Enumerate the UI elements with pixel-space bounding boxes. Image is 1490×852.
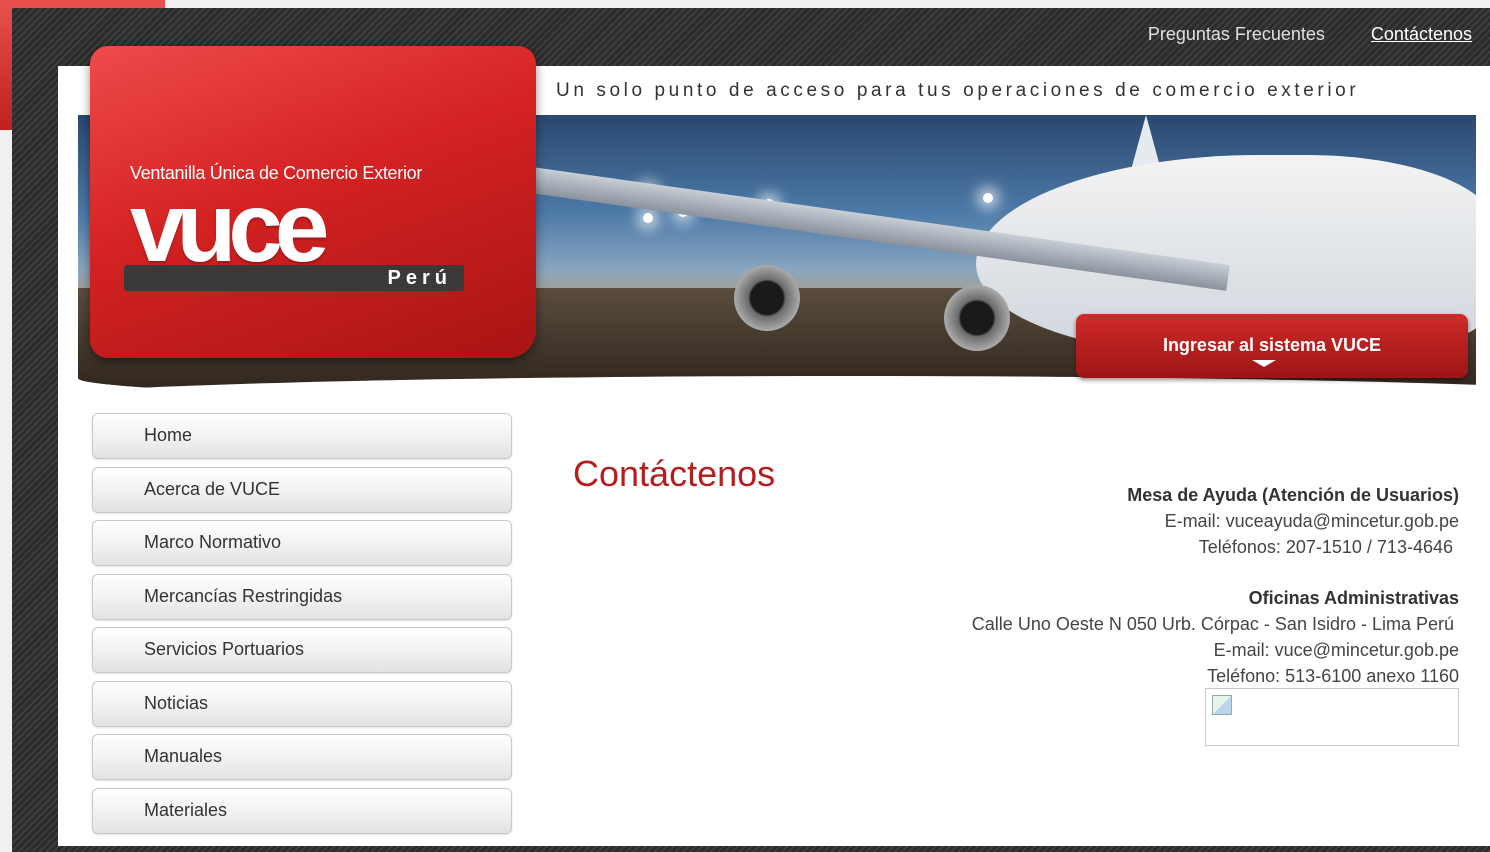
login-button-label: Ingresar al sistema VUCE [1162,335,1382,355]
sidebar-item-noticias[interactable]: Noticias [92,680,512,727]
helpdesk-email: E-mail: vuceayuda@mincetur.gob.pe [1164,510,1459,531]
sidebar-item-home[interactable]: Home [92,413,512,459]
helpdesk-heading: Mesa de Ayuda (Atención de Usuarios) [1127,485,1459,505]
sidebar-item-marco-normativo[interactable]: Marco Normativo [92,520,512,566]
sidebar-item-label: Acerca de VUCE [144,478,281,499]
runway-light [983,193,993,203]
logo-wordmark: vuce [130,172,329,282]
sidebar-item-label: Manuales [144,746,223,766]
sidebar-item-label: Noticias [144,692,209,713]
faq-link[interactable]: Preguntas Frecuentes [1148,24,1325,45]
broken-image-icon [1212,695,1232,715]
runway-light [643,213,653,223]
offices-email: E-mail: vuce@mincetur.gob.pe [1213,639,1459,660]
sidebar-item-label: Mercancías Restringidas [144,585,343,606]
engine [734,265,800,331]
tagline: Un solo punto de acceso para tus operaci… [556,80,1360,101]
offices-phone: Teléfono: 513-6100 anexo 1160 [1207,665,1459,686]
sidebar-item-label: Home [144,425,193,445]
helpdesk-phones: Teléfonos: 207-1510 / 713-4646 [1198,536,1453,557]
broken-image [1205,688,1459,746]
vuce-logo[interactable]: Ventanilla Única de Comercio Exterior vu… [90,46,536,358]
sidebar-item-manuales[interactable]: Manuales [92,734,512,780]
sidebar-item-label: Marco Normativo [144,532,282,552]
contact-link[interactable]: Contáctenos [1371,24,1472,45]
sidebar-item-label: Servicios Portuarios [144,639,305,659]
sidebar-item-materiales[interactable]: Materiales [92,787,512,834]
sidebar-item-mercancias[interactable]: Mercancías Restringidas [92,573,512,620]
chevron-down-icon [1252,360,1276,367]
page-title: Contáctenos [573,453,776,495]
offices-address: Calle Uno Oeste N 050 Urb. Córpac - San … [971,614,1454,635]
login-vuce-button[interactable]: Ingresar al sistema VUCE [1076,314,1468,378]
sidebar-item-servicios-portuarios[interactable]: Servicios Portuarios [92,627,512,673]
engine [944,285,1010,351]
logo-country: Perú [124,265,464,291]
top-links: Preguntas Frecuentes Contáctenos [1148,24,1472,45]
sidebar-menu: Home Acerca de VUCE Marco Normativo Merc… [92,413,512,841]
offices-heading: Oficinas Administrativas [1248,588,1459,609]
sidebar-item-label: Materiales [144,799,228,820]
contact-info: Mesa de Ayuda (Atención de Usuarios) E-m… [839,483,1459,690]
sidebar-item-acerca[interactable]: Acerca de VUCE [92,466,512,513]
